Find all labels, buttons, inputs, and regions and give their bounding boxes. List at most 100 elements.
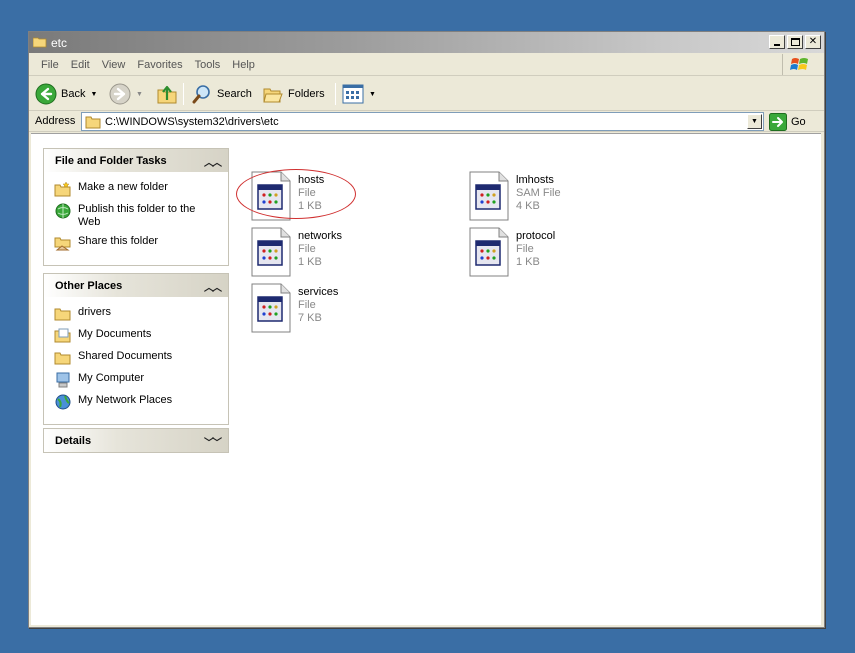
place-my-computer[interactable]: My Computer <box>54 372 218 388</box>
views-icon <box>342 84 364 104</box>
place-my-network-places[interactable]: My Network Places <box>54 394 218 410</box>
place-label: Shared Documents <box>78 350 173 362</box>
menu-file[interactable]: File <box>35 59 65 71</box>
file-name: protocol <box>516 230 556 242</box>
search-label: Search <box>217 88 252 100</box>
maximize-button[interactable] <box>787 35 803 49</box>
forward-button[interactable]: ▼ <box>109 82 143 106</box>
close-button[interactable]: ✕ <box>805 35 821 49</box>
file-size: 4 KB <box>516 200 540 212</box>
toolbar-separator <box>335 83 336 105</box>
folders-icon <box>263 88 283 103</box>
panel-title: Details <box>55 435 92 447</box>
my-computer-icon <box>56 372 70 388</box>
folder-view: File and Folder Tasks ︿︿ Make a new fold… <box>31 133 821 625</box>
address-field[interactable]: C:\WINDOWS\system32\drivers\etc ▼ <box>81 112 764 131</box>
file-type: File <box>298 243 316 255</box>
system-file-icon <box>251 227 291 277</box>
chevron-down-icon[interactable]: ﹀﹀ <box>204 434 222 449</box>
place-my-documents[interactable]: My Documents <box>54 328 218 344</box>
file-size: 1 KB <box>516 256 540 268</box>
panel-header[interactable]: Details ﹀﹀ <box>44 429 228 452</box>
system-file-icon <box>469 227 509 277</box>
maximize-icon <box>790 38 800 46</box>
file-lmhosts[interactable]: lmhosts SAM File 4 KB <box>469 171 669 221</box>
system-file-icon <box>251 171 291 221</box>
panel-header[interactable]: File and Folder Tasks ︿︿ <box>44 149 228 172</box>
windows-logo-icon <box>782 54 816 75</box>
search-button[interactable]: Search <box>191 82 252 106</box>
chevron-up-icon[interactable]: ︿︿ <box>204 154 222 169</box>
address-label: Address <box>35 115 76 127</box>
new-folder-icon <box>54 181 71 197</box>
details-panel: Details ﹀﹀ <box>43 428 229 453</box>
views-button[interactable]: ▼ <box>342 82 376 106</box>
task-publish-to-web[interactable]: Publish this folder to the Web <box>54 203 218 229</box>
title-bar[interactable]: etc ✕ <box>29 32 824 53</box>
close-icon: ✕ <box>808 36 818 47</box>
file-services[interactable]: services File 7 KB <box>251 283 451 333</box>
up-folder-icon <box>157 85 177 104</box>
go-arrow-icon <box>769 112 787 131</box>
go-button[interactable]: Go <box>769 112 806 131</box>
place-drivers[interactable]: drivers <box>54 306 218 322</box>
address-bar: Address C:\WINDOWS\system32\drivers\etc … <box>29 111 824 132</box>
place-shared-documents[interactable]: Shared Documents <box>54 350 218 366</box>
views-dropdown-icon[interactable]: ▼ <box>369 91 376 98</box>
address-dropdown-button[interactable]: ▼ <box>747 114 762 129</box>
back-button[interactable]: Back ▼ <box>35 82 97 106</box>
menu-tools[interactable]: Tools <box>189 59 227 71</box>
system-file-icon <box>251 283 291 333</box>
menu-view[interactable]: View <box>96 59 132 71</box>
folders-label: Folders <box>288 88 325 100</box>
menu-help[interactable]: Help <box>226 59 261 71</box>
standard-toolbar: Back ▼ ▼ Search Folders ▼ <box>29 77 824 111</box>
folder-icon <box>33 37 47 48</box>
address-path: C:\WINDOWS\system32\drivers\etc <box>105 115 279 128</box>
place-label: My Computer <box>78 372 145 384</box>
file-protocol[interactable]: protocol File 1 KB <box>469 227 669 277</box>
panel-header[interactable]: Other Places ︿︿ <box>44 274 228 297</box>
minimize-button[interactable] <box>769 35 785 49</box>
place-label: My Network Places <box>78 394 173 406</box>
file-name: networks <box>298 230 343 242</box>
task-label: Make a new folder <box>78 181 168 193</box>
back-label: Back <box>61 88 86 100</box>
menu-bar: File Edit View Favorites Tools Help <box>29 53 824 76</box>
forward-dropdown-icon[interactable]: ▼ <box>136 91 143 98</box>
other-places-panel: Other Places ︿︿ drivers My Documents Sha… <box>43 273 229 425</box>
go-label: Go <box>791 115 806 128</box>
file-name: lmhosts <box>516 174 554 186</box>
back-arrow-icon <box>35 83 57 105</box>
explorer-window: etc ✕ File Edit View Favorites Tools Hel… <box>28 31 825 628</box>
menu-favorites[interactable]: Favorites <box>131 59 188 71</box>
file-size: 1 KB <box>298 200 322 212</box>
file-networks[interactable]: networks File 1 KB <box>251 227 451 277</box>
forward-arrow-icon <box>109 83 131 105</box>
search-icon <box>192 85 210 104</box>
chevron-down-icon: ▼ <box>751 118 758 125</box>
place-label: drivers <box>78 306 112 318</box>
file-size: 1 KB <box>298 256 322 268</box>
file-type: SAM File <box>516 187 561 199</box>
panel-title: File and Folder Tasks <box>55 155 167 167</box>
toolbar-separator <box>183 83 184 105</box>
up-folder-button[interactable] <box>156 82 178 106</box>
task-label: Share this folder <box>78 235 159 247</box>
panel-title: Other Places <box>55 280 123 292</box>
task-make-new-folder[interactable]: Make a new folder <box>54 181 218 197</box>
folder-icon <box>54 308 71 321</box>
back-dropdown-icon[interactable]: ▼ <box>90 91 97 98</box>
folder-icon <box>85 116 101 128</box>
folders-button[interactable]: Folders <box>262 82 325 106</box>
window-title: etc <box>51 36 68 50</box>
file-hosts[interactable]: hosts File 1 KB <box>251 171 451 221</box>
chevron-up-icon[interactable]: ︿︿ <box>204 279 222 294</box>
file-size: 7 KB <box>298 312 322 324</box>
menu-edit[interactable]: Edit <box>65 59 96 71</box>
my-documents-icon <box>54 328 71 343</box>
task-share-folder[interactable]: Share this folder <box>54 235 218 251</box>
file-type: File <box>516 243 534 255</box>
file-folder-tasks-panel: File and Folder Tasks ︿︿ Make a new fold… <box>43 148 229 266</box>
file-name: hosts <box>298 174 325 186</box>
